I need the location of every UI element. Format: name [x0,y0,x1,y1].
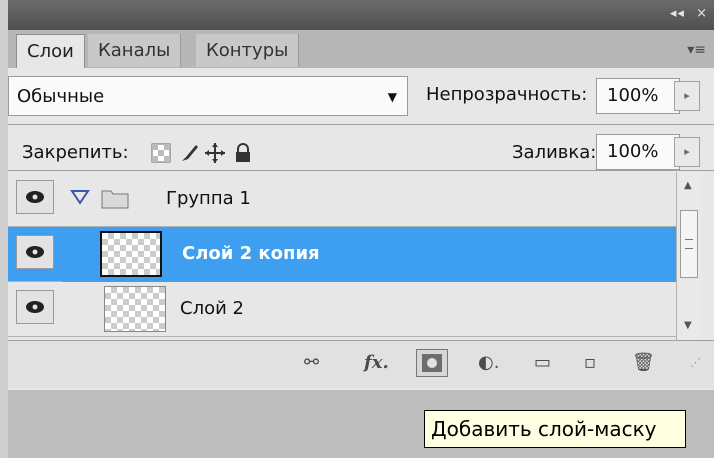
new-layer-icon[interactable]: ▫ [584,351,596,375]
layer-row[interactable]: Слой 2 [8,282,676,337]
close-icon[interactable]: × [696,6,708,21]
layer-name: Группа 1 [166,188,251,209]
layer-name: Слой 2 [180,298,244,319]
eye-icon [26,246,44,258]
visibility-toggle[interactable] [16,180,54,214]
eye-icon [26,301,44,313]
panel-titlebar[interactable]: ◂◂ × [8,0,714,30]
layers-bottom-toolbar: ⚯ fx. ◐. ▭ ▫ 🗑 ⋰ [8,340,714,388]
resize-grip-icon[interactable]: ⋰ [690,351,701,375]
trash-icon[interactable]: 🗑 [632,351,655,375]
scroll-up-icon[interactable]: ▲ [684,180,692,191]
collapse-icon[interactable]: ◂◂ [670,6,685,21]
visibility-toggle[interactable] [16,290,54,324]
tooltip: Добавить слой-маску [424,410,686,448]
layers-list: Группа 1 Слой 2 копия Слой 2 [8,172,676,340]
fill-label: Заливка: [512,142,597,163]
layers-scrollbar[interactable]: ▲ ▼ [676,172,702,340]
lock-image-pixels-icon[interactable] [178,142,200,164]
fx-icon[interactable]: fx. [364,351,389,375]
panel-edge [0,0,8,458]
blend-mode-value: Обычные [17,86,105,107]
scroll-thumb[interactable] [680,210,698,278]
opacity-field[interactable]: 100% [596,78,680,114]
panel-menu-icon[interactable]: ▾≡ [687,42,706,58]
layer-row-group[interactable]: Группа 1 [8,172,676,227]
blend-mode-select[interactable]: Обычные ▼ [8,76,408,116]
opacity-label: Непрозрачность: [426,84,588,105]
new-group-icon[interactable]: ▭ [534,351,551,375]
scroll-down-icon[interactable]: ▼ [684,320,692,331]
tab-bar: Слои Каналы Контуры ▾≡ [8,30,714,69]
opacity-slider-button[interactable]: ▸ [674,81,700,111]
visibility-toggle[interactable] [16,235,54,269]
adjustment-icon[interactable]: ◐. [478,351,499,375]
lock-transparency-icon[interactable] [150,142,172,164]
link-layers-icon[interactable]: ⚯ [304,351,319,375]
layer-row-selected[interactable]: Слой 2 копия [8,227,676,282]
tab-layers[interactable]: Слои [16,34,85,69]
folder-icon [101,190,129,209]
layer-thumbnail[interactable] [100,231,162,277]
add-mask-icon[interactable] [416,349,448,377]
fill-slider-button[interactable]: ▸ [674,137,700,167]
expand-triangle-icon[interactable] [70,189,90,205]
tab-paths[interactable]: Контуры [196,34,300,67]
layers-panel: ◂◂ × Слои Каналы Контуры ▾≡ Обычные ▼ Не… [0,0,714,458]
layer-name: Слой 2 копия [182,243,320,264]
chevron-down-icon: ▼ [387,90,397,104]
fill-field[interactable]: 100% [596,134,680,170]
lock-label: Закрепить: [22,142,129,163]
eye-icon [26,191,44,203]
layer-thumbnail[interactable] [104,286,166,332]
divider [8,170,714,171]
divider [8,124,714,125]
tab-channels[interactable]: Каналы [88,34,182,67]
lock-position-icon[interactable] [204,142,226,164]
lock-all-icon[interactable] [232,142,254,164]
